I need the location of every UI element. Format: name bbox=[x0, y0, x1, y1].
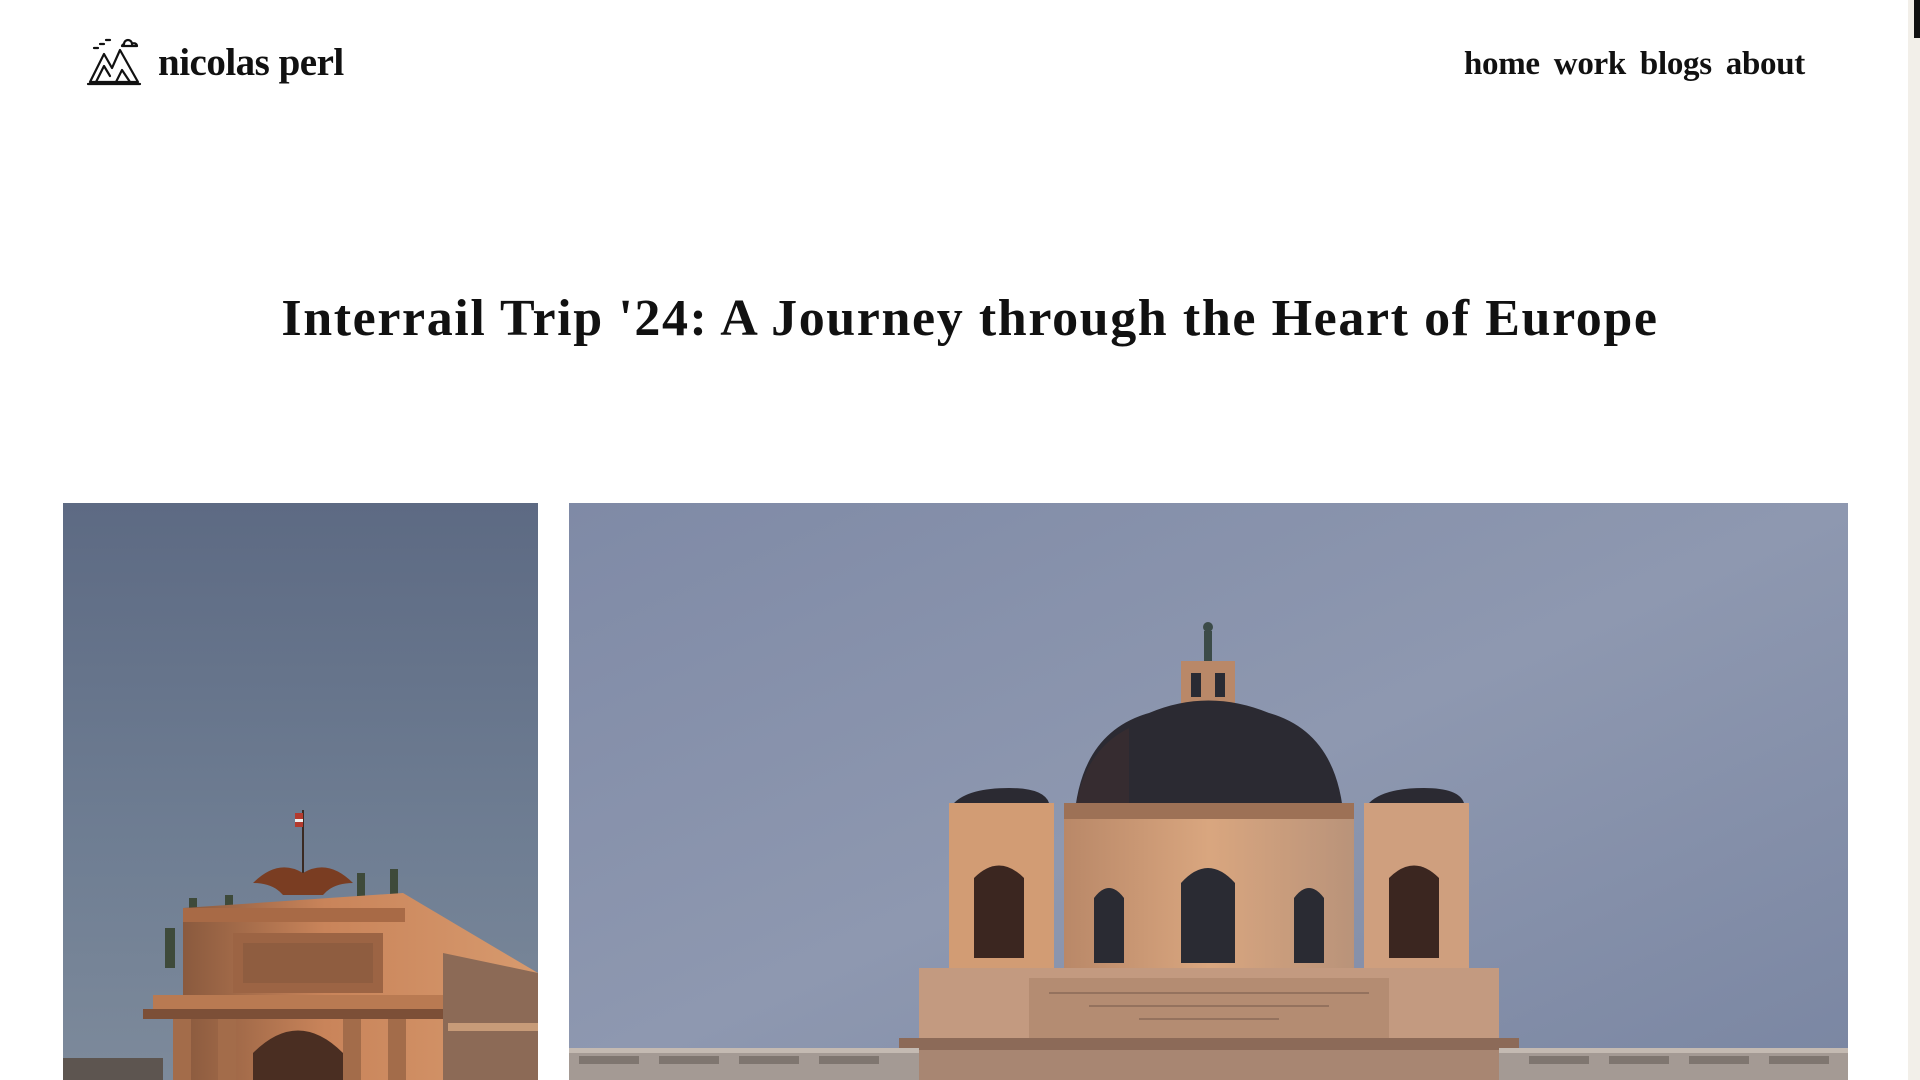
site-name: nicolas perl bbox=[158, 40, 344, 84]
palace-rooftop-image bbox=[63, 503, 538, 1080]
post-title: Interrail Trip '24: A Journey through th… bbox=[281, 290, 1659, 347]
scrollbar-thumb[interactable] bbox=[1914, 0, 1920, 38]
logo-link[interactable]: nicolas perl bbox=[86, 32, 344, 88]
nav-work[interactable]: work bbox=[1554, 48, 1626, 81]
nav-blogs[interactable]: blogs bbox=[1640, 48, 1712, 81]
page: nicolas perl home work blogs about Inter… bbox=[0, 0, 1920, 1080]
nav-about[interactable]: about bbox=[1726, 48, 1806, 81]
gallery-image-museum[interactable] bbox=[569, 503, 1848, 1080]
museum-dome-image bbox=[569, 503, 1848, 1080]
nav-home[interactable]: home bbox=[1464, 48, 1540, 81]
gallery-image-palace[interactable] bbox=[63, 503, 538, 1080]
main-nav: home work blogs about bbox=[1464, 48, 1805, 81]
mountains-icon bbox=[86, 38, 142, 86]
page-gutter bbox=[1908, 0, 1920, 1080]
